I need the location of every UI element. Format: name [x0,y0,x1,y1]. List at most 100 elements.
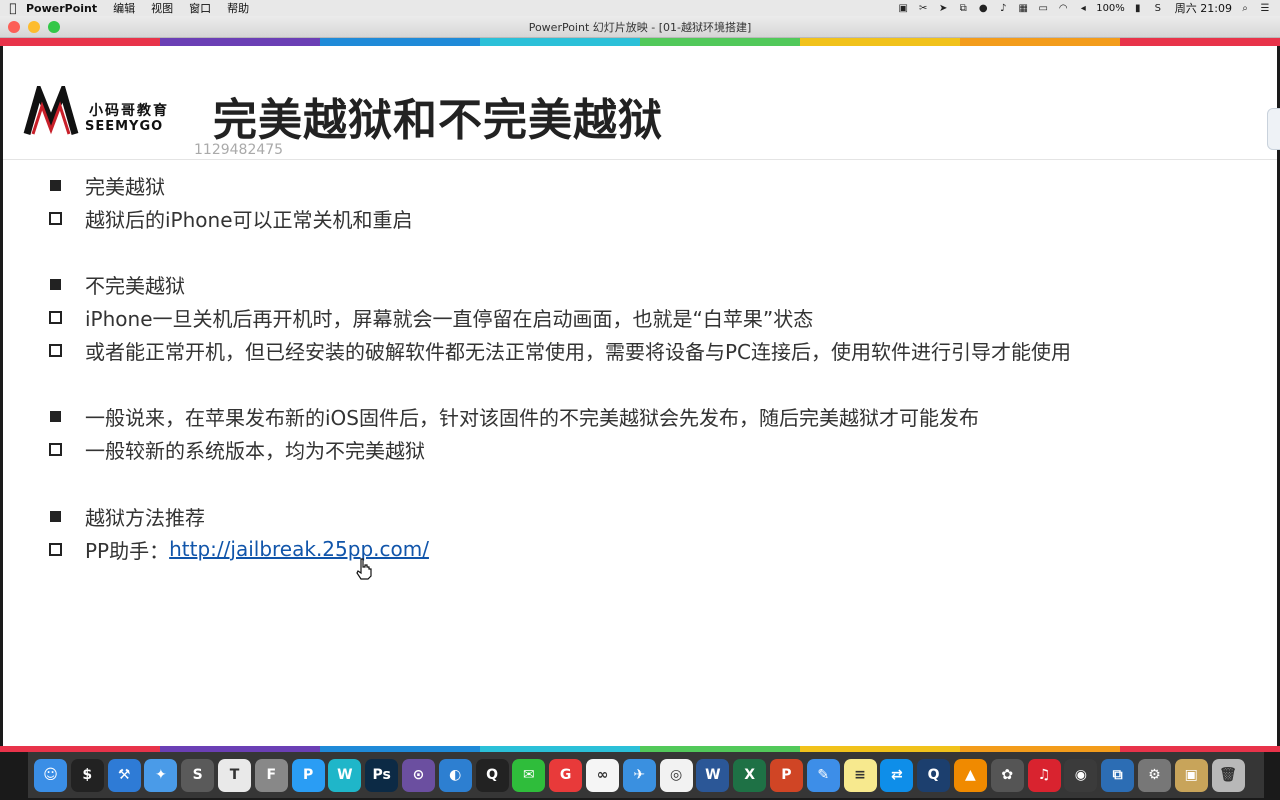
send-icon[interactable]: ➤ [936,3,950,14]
status-area: ▣ ✂ ➤ ⧉ ● ♪ ▦ ▭ ◠ ◂ 100% ▮ S 周六 21:09 ⌕ … [896,0,1280,16]
g-app-icon[interactable]: G [549,758,583,792]
p-app-icon[interactable]: P [291,758,325,792]
vlc-icon[interactable]: ▲ [953,758,987,792]
bullet-heading: 完美越狱 [47,172,165,199]
minimize-window-icon[interactable] [28,20,40,33]
mic-icon[interactable]: ♪ [996,3,1010,14]
volume-icon[interactable]: ◂ [1076,3,1090,14]
watermark-text: 1129482475 [194,142,284,158]
rainbow-segment [960,38,1120,46]
bullet-text: 完美越狱 [85,174,165,199]
bullet-item: 一般较新的系统版本，均为不完美越狱 [47,436,425,463]
app-menu[interactable]: PowerPoint [26,2,97,15]
hollow-square-bullet-icon [49,211,62,225]
bird-app-icon[interactable]: ✈ [622,758,656,792]
menu-view[interactable]: 视图 [151,0,173,16]
speaker-app-icon[interactable]: ◉ [1064,758,1098,792]
photoshop-icon[interactable]: Ps [365,758,399,792]
bullet-text: PP助手： [85,538,170,563]
rainbow-bar-top [0,38,1280,46]
rainbow-segment [1120,38,1280,46]
close-window-icon[interactable] [8,20,20,33]
wifi-icon[interactable]: ◠ [1056,3,1070,14]
jailbreak-link[interactable]: http://jailbreak.25pp.com/ [169,537,429,561]
logo-mark-icon [23,86,79,135]
bullet-heading: 一般说来，在苹果发布新的iOS固件后，针对该固件的不完美越狱会先发布，随后完美越… [47,403,979,430]
bullet-text: 一般说来，在苹果发布新的iOS固件后，针对该固件的不完美越狱会先发布，随后完美越… [85,405,979,430]
fun-app-icon[interactable]: F [254,758,288,792]
scissors-icon[interactable]: ✂ [916,3,930,14]
powerpoint-icon[interactable]: P [769,758,803,792]
browser-icon[interactable]: ◐ [438,758,472,792]
baidu-netdisk-icon[interactable]: ∞ [585,758,619,792]
word-icon[interactable]: W [696,758,730,792]
bullet-text: iPhone一旦关机后再开机时，屏幕就会一直停留在启动画面，也就是“白苹果”状态 [85,306,814,331]
notes-icon[interactable]: ≡ [843,758,877,792]
window-title: PowerPoint 幻灯片放映 - [01-越狱环境搭建] [528,20,752,34]
zoom-window-icon[interactable] [48,20,60,33]
bullet-text: 或者能正常开机，但已经安装的破解软件都无法正常使用，需要将设备与PC连接后，使用… [85,339,1072,364]
apple-menu-icon[interactable]:  [0,1,26,15]
webstorm-icon[interactable]: W [328,758,362,792]
bullet-heading: 不完美越狱 [47,271,185,298]
bullet-item: iPhone一旦关机后再开机时，屏幕就会一直停留在启动画面，也就是“白苹果”状态 [47,304,814,331]
window-title-bar: PowerPoint 幻灯片放映 - [01-越狱环境搭建] [0,16,1280,38]
hat-icon[interactable]: ● [976,3,990,14]
battery-percent[interactable]: 100% [1096,3,1125,14]
xcode-icon[interactable]: ⚒ [107,758,141,792]
clock[interactable]: 周六 21:09 [1175,0,1232,16]
menu-edit[interactable]: 编辑 [113,0,135,16]
rainbow-segment [640,38,800,46]
battery-icon: ▮ [1135,2,1141,14]
sublime-text-icon[interactable]: S [181,758,215,792]
filled-square-bullet-icon [50,410,61,422]
xcode-simulator-icon[interactable]: ✦ [144,758,178,792]
hollow-square-bullet-icon [49,310,62,324]
archive-icon[interactable]: ▣ [1174,758,1208,792]
bullet-text: 越狱后的iPhone可以正常关机和重启 [85,207,413,232]
photo-slideshow-icon[interactable]: ✿ [990,758,1024,792]
slide-title: 完美越狱和不完美越狱 [213,95,663,146]
wechat-icon[interactable]: ✉ [512,758,546,792]
menu-window[interactable]: 窗口 [189,0,211,16]
hollow-square-bullet-icon [49,542,62,556]
excel-icon[interactable]: X [733,758,767,792]
side-panel-tab[interactable] [1267,108,1280,150]
logo-chinese-text: 小码哥教育 [89,103,169,119]
menu-bar:  PowerPoint 编辑 视图 窗口 帮助 ▣ ✂ ➤ ⧉ ● ♪ ▦ ▭… [0,0,1280,16]
teamviewer-icon[interactable]: ⇄ [880,758,914,792]
vmware-icon[interactable]: ⧉ [1101,758,1135,792]
qq-icon[interactable]: Q [475,758,509,792]
rainbow-segment [480,38,640,46]
s-app-icon[interactable]: S [1151,3,1165,14]
screen-record-icon[interactable]: ▣ [896,3,910,14]
airplay-icon[interactable]: ▭ [1036,3,1050,14]
logo-english-text: SEEMYGO [85,119,164,134]
finder-icon[interactable]: ☺ [34,758,67,792]
system-preferences-icon[interactable]: ⚙ [1137,758,1171,792]
notification-center-icon[interactable]: ☰ [1258,3,1272,14]
rainbow-segment [160,38,320,46]
github-icon[interactable]: ⊙ [401,758,435,792]
bullet-text: 越狱方法推荐 [85,505,205,530]
filled-square-bullet-icon [50,510,61,522]
quicktime-icon[interactable]: Q [917,758,951,792]
hollow-square-bullet-icon [49,442,62,456]
bullet-heading: 越狱方法推荐 [47,503,205,530]
spotlight-search-icon[interactable]: ⌕ [1238,3,1252,14]
window-icon[interactable]: ⧉ [956,3,970,14]
netease-music-icon[interactable]: ♫ [1027,758,1061,792]
trash-icon[interactable]: 🗑 [1211,758,1245,792]
menu-help[interactable]: 帮助 [227,0,249,16]
window-controls [0,20,60,33]
bullet-text: 不完美越狱 [85,273,185,298]
grid-icon[interactable]: ▦ [1016,3,1030,14]
terminal-icon[interactable]: $ [70,758,104,792]
bullet-text: 一般较新的系统版本，均为不完美越狱 [85,438,425,463]
filled-square-bullet-icon [50,278,61,290]
title-divider [3,159,1277,160]
rainbow-segment [320,38,480,46]
pen-app-icon[interactable]: ✎ [806,758,840,792]
chrome-icon[interactable]: ◎ [659,758,693,792]
typora-icon[interactable]: T [217,758,251,792]
